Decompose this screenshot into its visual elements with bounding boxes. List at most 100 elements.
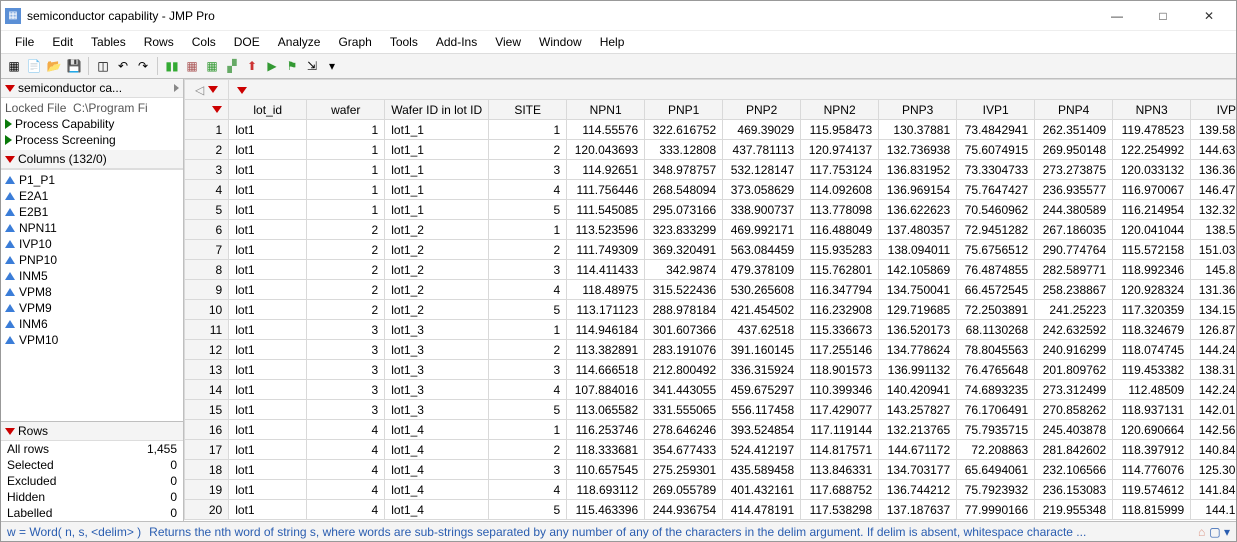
cell[interactable]: 136.744212 — [879, 480, 957, 500]
menu-cols[interactable]: Cols — [184, 33, 224, 51]
cell[interactable]: 113.523596 — [567, 220, 645, 240]
table-row[interactable]: 18lot14lot1_43110.657545275.259301435.58… — [185, 460, 1237, 480]
cell[interactable]: 120.043693 — [567, 140, 645, 160]
menu-edit[interactable]: Edit — [44, 33, 81, 51]
disclosure-icon[interactable] — [5, 85, 15, 92]
cell[interactable]: 5 — [489, 200, 567, 220]
cell[interactable]: 110.657545 — [567, 460, 645, 480]
cell[interactable]: lot1 — [229, 340, 307, 360]
column-header[interactable]: Wafer ID in lot ID — [385, 100, 489, 120]
cell[interactable]: lot1 — [229, 240, 307, 260]
cell[interactable]: lot1 — [229, 140, 307, 160]
cell[interactable]: 116.488049 — [801, 220, 879, 240]
row-number[interactable]: 11 — [185, 320, 229, 340]
cell[interactable]: 144.633488 — [1191, 140, 1236, 160]
cell[interactable]: 129.719685 — [879, 300, 957, 320]
cell[interactable]: 70.5460962 — [957, 200, 1035, 220]
columns-list[interactable]: P1_P1E2A1E2B1NPN11IVP10PNP10INM5VPM8VPM9… — [1, 169, 183, 421]
table-row[interactable]: 7lot12lot1_22111.749309369.320491563.084… — [185, 240, 1237, 260]
cell[interactable]: lot1_1 — [385, 160, 489, 180]
cell[interactable]: 2 — [307, 300, 385, 320]
cell[interactable]: 4 — [489, 380, 567, 400]
cell[interactable]: 369.320491 — [645, 240, 723, 260]
cell[interactable]: lot1 — [229, 360, 307, 380]
chart-icon[interactable]: ⬆ — [243, 57, 261, 75]
cell[interactable]: 115.572158 — [1113, 240, 1191, 260]
cell[interactable]: 290.774764 — [1035, 240, 1113, 260]
cell[interactable]: 118.992346 — [1113, 260, 1191, 280]
rows-stat[interactable]: Hidden0 — [1, 489, 183, 505]
menu-help[interactable]: Help — [592, 33, 633, 51]
cell[interactable]: 524.412197 — [723, 440, 801, 460]
cell[interactable]: 414.478191 — [723, 500, 801, 520]
cell[interactable]: 126.879066 — [1191, 320, 1236, 340]
cell[interactable]: lot1_2 — [385, 260, 489, 280]
column-header[interactable]: NPN2 — [801, 100, 879, 120]
cell[interactable]: 114.55576 — [567, 120, 645, 140]
fit-y-icon[interactable]: ▦ — [183, 57, 201, 75]
column-item[interactable]: VPM10 — [5, 332, 179, 348]
row-number[interactable]: 20 — [185, 500, 229, 520]
new-icon[interactable]: 📄 — [25, 57, 43, 75]
dropdown-icon[interactable]: ▾ — [323, 57, 341, 75]
cell[interactable]: 134.703177 — [879, 460, 957, 480]
cell[interactable]: 75.6074915 — [957, 140, 1035, 160]
cubes-icon[interactable]: ◫ — [94, 57, 112, 75]
cell[interactable]: 3 — [307, 360, 385, 380]
cell[interactable]: 75.6756512 — [957, 240, 1035, 260]
cell[interactable]: 125.301921 — [1191, 460, 1236, 480]
cell[interactable]: 373.058629 — [723, 180, 801, 200]
cell[interactable]: lot1 — [229, 460, 307, 480]
cell[interactable]: lot1 — [229, 300, 307, 320]
cell[interactable]: lot1_4 — [385, 500, 489, 520]
column-header[interactable]: SITE — [489, 100, 567, 120]
cell[interactable]: 323.833299 — [645, 220, 723, 240]
column-header[interactable]: IVP2 — [1191, 100, 1236, 120]
flag-icon[interactable]: ⚑ — [283, 57, 301, 75]
chevron-right-icon[interactable] — [174, 84, 179, 92]
cell[interactable]: 118.901573 — [801, 360, 879, 380]
table-row[interactable]: 3lot11lot1_13114.92651348.978757532.1281… — [185, 160, 1237, 180]
column-header[interactable]: PNP3 — [879, 100, 957, 120]
column-item[interactable]: NPN11 — [5, 220, 179, 236]
cell[interactable]: 2 — [307, 280, 385, 300]
cell[interactable]: 236.935577 — [1035, 180, 1113, 200]
cell[interactable]: 72.9451282 — [957, 220, 1035, 240]
column-item[interactable]: INM6 — [5, 316, 179, 332]
cell[interactable]: 3 — [307, 320, 385, 340]
cell[interactable]: 136.831952 — [879, 160, 957, 180]
table-row[interactable]: 12lot13lot1_32113.382891283.191076391.16… — [185, 340, 1237, 360]
cell[interactable]: 236.153083 — [1035, 480, 1113, 500]
cell[interactable]: 2 — [489, 140, 567, 160]
cell[interactable]: 1 — [489, 220, 567, 240]
menu-doe[interactable]: DOE — [226, 33, 268, 51]
cell[interactable]: lot1 — [229, 420, 307, 440]
checkbox-icon[interactable]: ▢ ▾ — [1209, 525, 1230, 539]
cell[interactable]: 3 — [489, 160, 567, 180]
cell[interactable]: lot1_2 — [385, 240, 489, 260]
cell[interactable]: 116.214954 — [1113, 200, 1191, 220]
cell[interactable]: 140.420941 — [879, 380, 957, 400]
cell[interactable]: 142.105869 — [879, 260, 957, 280]
cell[interactable]: 354.677433 — [645, 440, 723, 460]
cell[interactable]: 563.084459 — [723, 240, 801, 260]
cell[interactable]: 288.978184 — [645, 300, 723, 320]
column-header[interactable]: PNP1 — [645, 100, 723, 120]
row-number[interactable]: 18 — [185, 460, 229, 480]
cell[interactable]: 336.315924 — [723, 360, 801, 380]
rows-stat[interactable]: All rows1,455 — [1, 441, 183, 457]
row-number[interactable]: 12 — [185, 340, 229, 360]
rows-panel-header[interactable]: Rows — [1, 422, 183, 441]
column-item[interactable]: IVP10 — [5, 236, 179, 252]
cell[interactable]: 118.074745 — [1113, 340, 1191, 360]
column-header[interactable]: NPN1 — [567, 100, 645, 120]
table-row[interactable]: 8lot12lot1_23114.411433342.9874479.37810… — [185, 260, 1237, 280]
cell[interactable]: lot1 — [229, 440, 307, 460]
cell[interactable]: 278.646246 — [645, 420, 723, 440]
cell[interactable]: 283.191076 — [645, 340, 723, 360]
table-row[interactable]: 10lot12lot1_25113.171123288.978184421.45… — [185, 300, 1237, 320]
cell[interactable]: 117.688752 — [801, 480, 879, 500]
cell[interactable]: 5 — [489, 300, 567, 320]
cell[interactable]: 113.846331 — [801, 460, 879, 480]
cell[interactable]: lot1 — [229, 280, 307, 300]
